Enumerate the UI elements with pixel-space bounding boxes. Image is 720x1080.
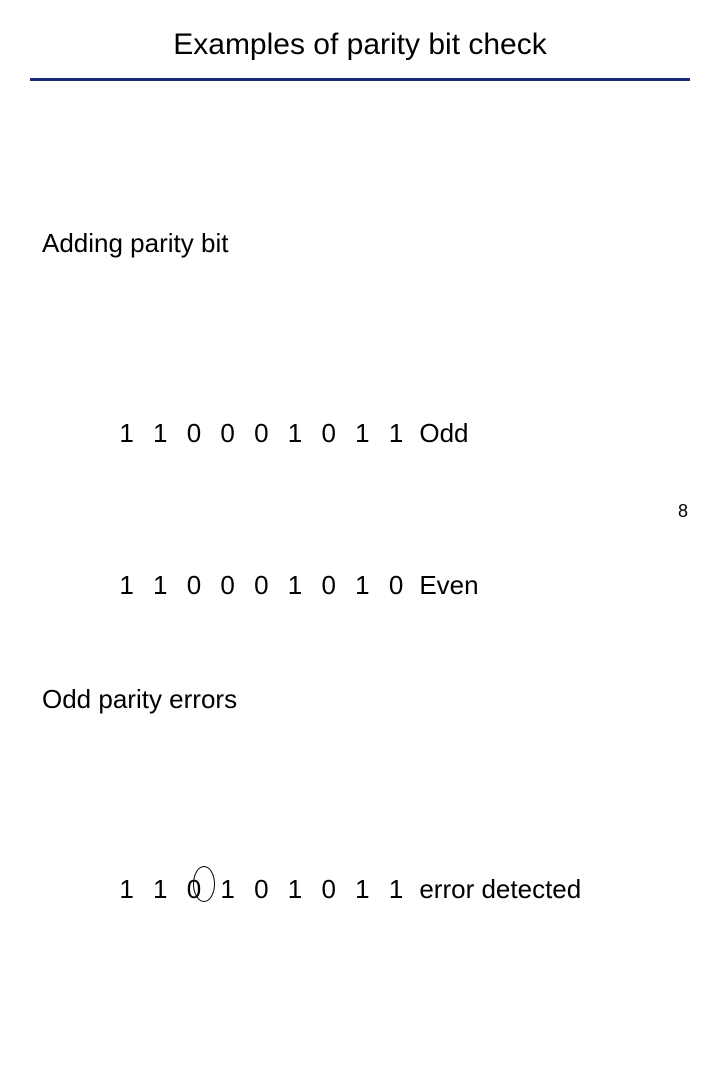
label-error-detected: error detected bbox=[419, 870, 581, 908]
heading-odd-parity-errors: Odd parity errors bbox=[42, 680, 610, 718]
title-rule bbox=[30, 78, 690, 81]
label-even: Even bbox=[419, 566, 478, 604]
label-odd: Odd bbox=[419, 414, 468, 452]
spacer bbox=[42, 984, 610, 1014]
page-number: 8 bbox=[678, 501, 688, 522]
bits-odd: 1 1 0 0 0 1 0 1 1 bbox=[119, 414, 419, 452]
row-odd: 1 1 0 0 0 1 0 1 1Odd bbox=[42, 376, 610, 414]
slide: Examples of parity bit check Adding pari… bbox=[0, 0, 720, 540]
row-even: 1 1 0 0 0 1 0 1 0Even bbox=[42, 528, 610, 566]
row-error-detected: 1 1 0 1 0 1 0 1 1error detected bbox=[42, 832, 610, 870]
bits-error-detected: 1 1 0 1 0 1 0 1 1 bbox=[119, 870, 419, 908]
bits-even: 1 1 0 0 0 1 0 1 0 bbox=[119, 566, 419, 604]
circle-icon bbox=[193, 866, 215, 902]
slide-title: Examples of parity bit check bbox=[0, 28, 720, 62]
heading-adding-parity: Adding parity bit bbox=[42, 224, 610, 262]
content-block: Adding parity bit 1 1 0 0 0 1 0 1 1Odd 1… bbox=[42, 110, 610, 1080]
